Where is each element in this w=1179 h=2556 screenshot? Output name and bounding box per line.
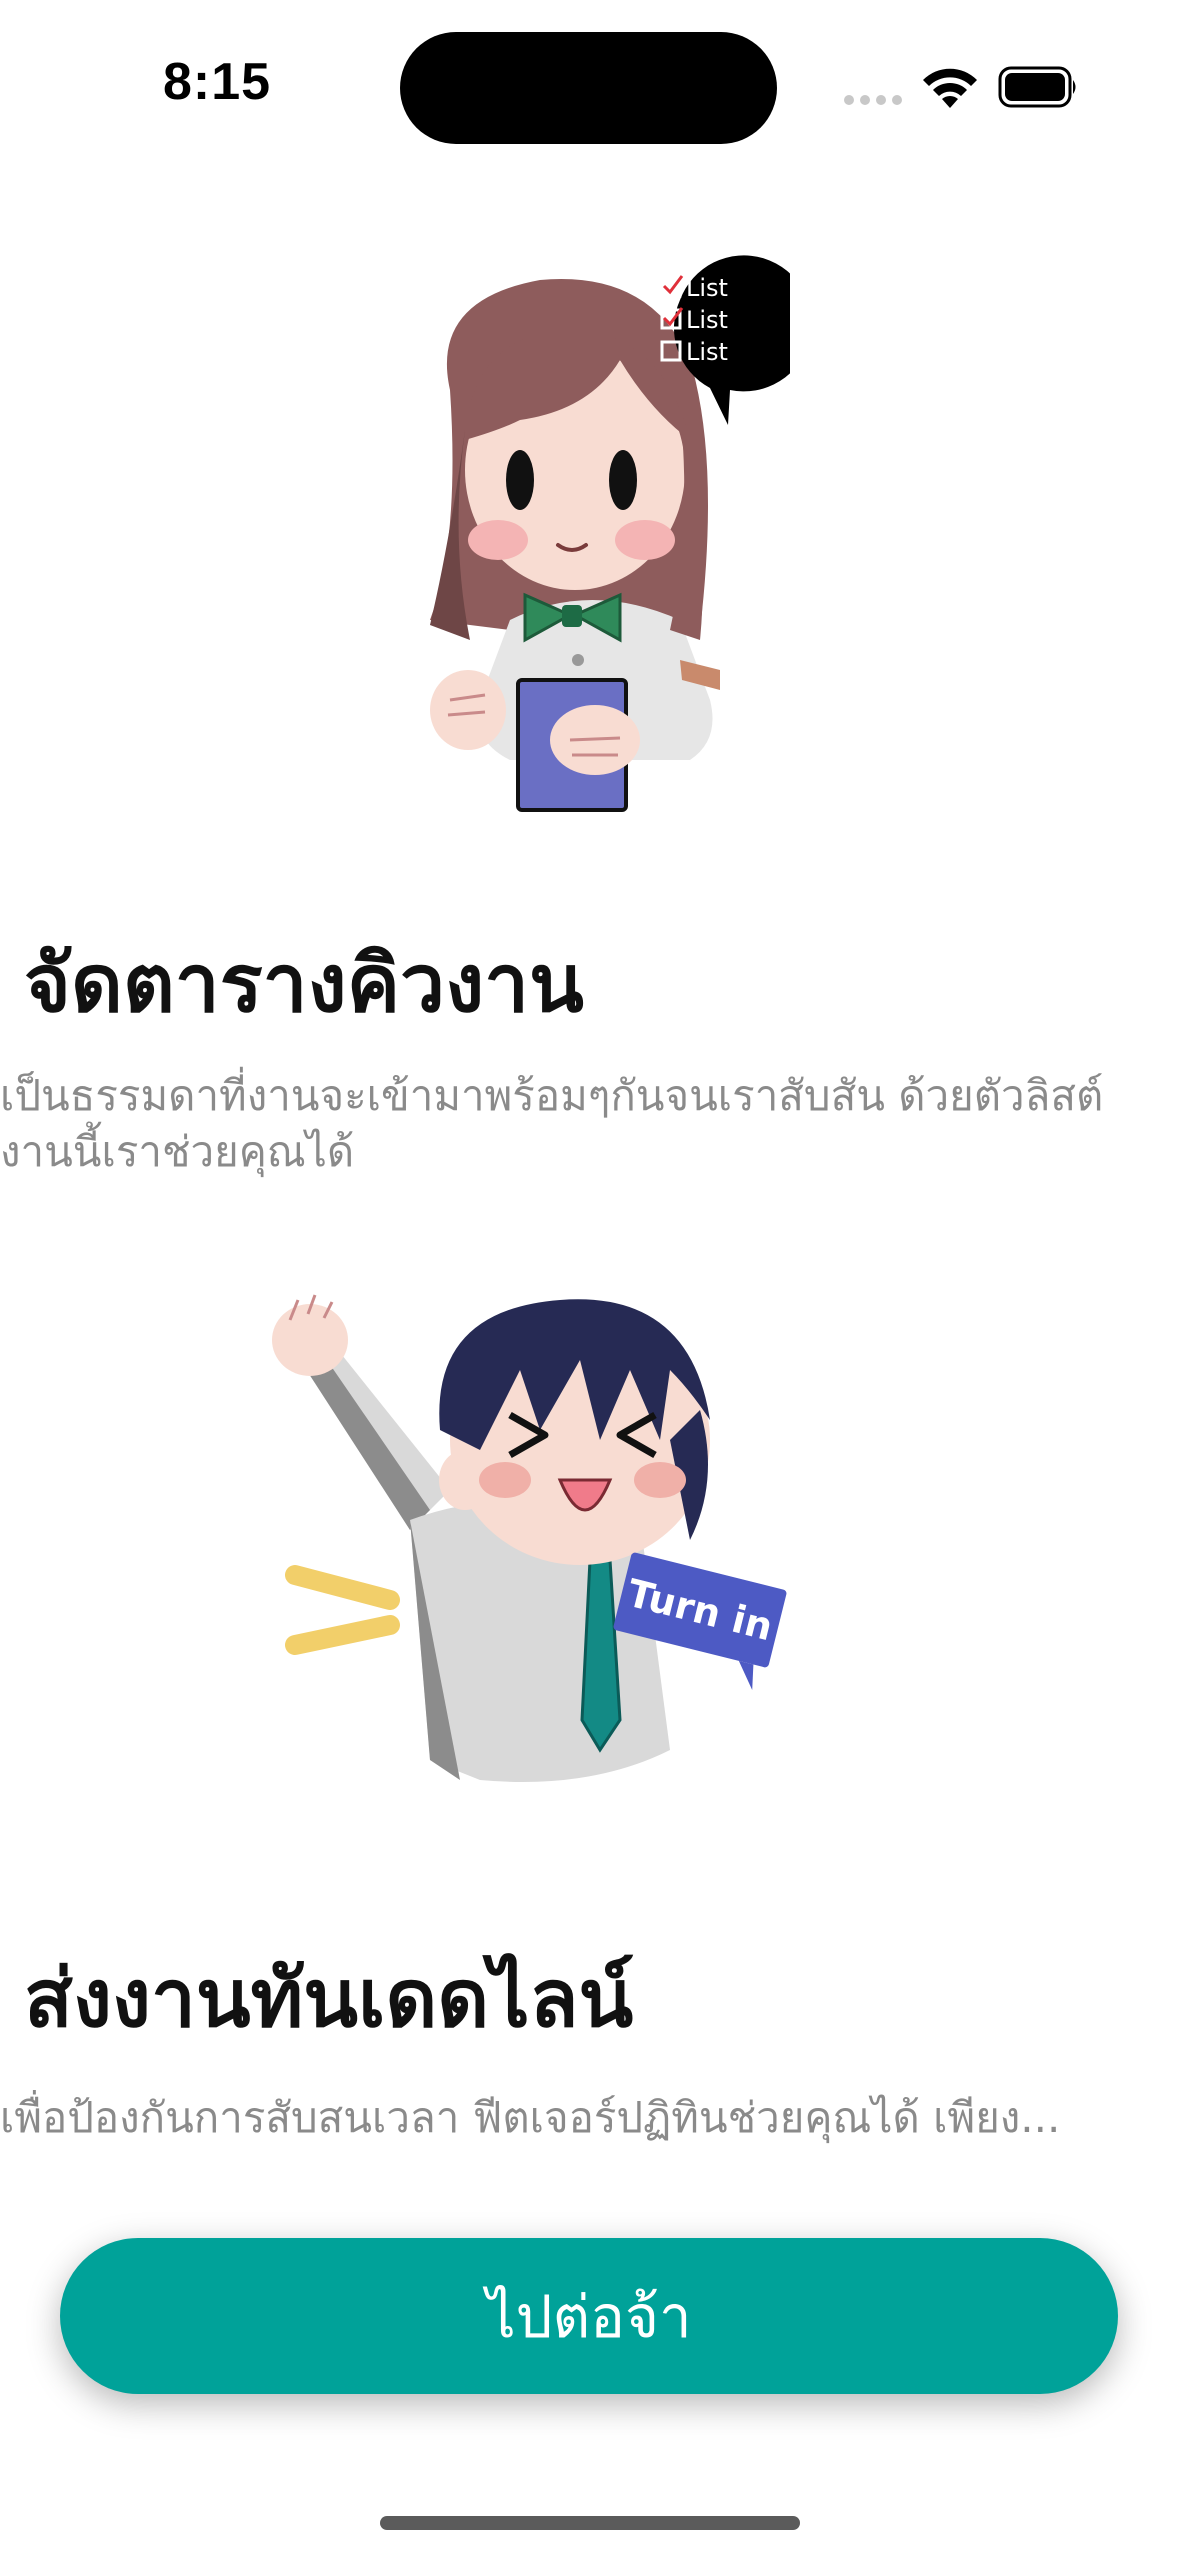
feature-description: เป็นธรรมดาที่งานจะเข้ามาพร้อมๆกันจนเราสั… [0, 1071, 1104, 1176]
cellular-signal-icon [844, 95, 902, 105]
checklist-label: List [686, 306, 728, 334]
dynamic-island [400, 32, 777, 144]
checklist-label: List [686, 338, 728, 366]
continue-button[interactable]: ไปต่อจ้า [60, 2238, 1118, 2394]
battery-icon [998, 66, 1076, 108]
onboarding-screen: 8:15 List List List จัดตารางคิวงาน เป็นธ… [0, 0, 1179, 2556]
checklist-label: List [686, 274, 728, 302]
feature-description: เพื่อป้องกันการสับสนเวลา ฟีตเจอร์ปฏิทินช… [0, 2093, 1061, 2142]
girl-checklist-illustration: List List List [430, 255, 790, 812]
feature-title: จัดตารางคิวงาน [24, 937, 584, 1030]
feature-title: ส่งงานทันเดดไลน์ [24, 1952, 634, 2045]
boy-turn-in-illustration: Turn in [272, 1294, 787, 1782]
wifi-icon [923, 68, 977, 108]
status-time: 8:15 [163, 53, 272, 111]
home-indicator[interactable] [380, 2516, 800, 2530]
